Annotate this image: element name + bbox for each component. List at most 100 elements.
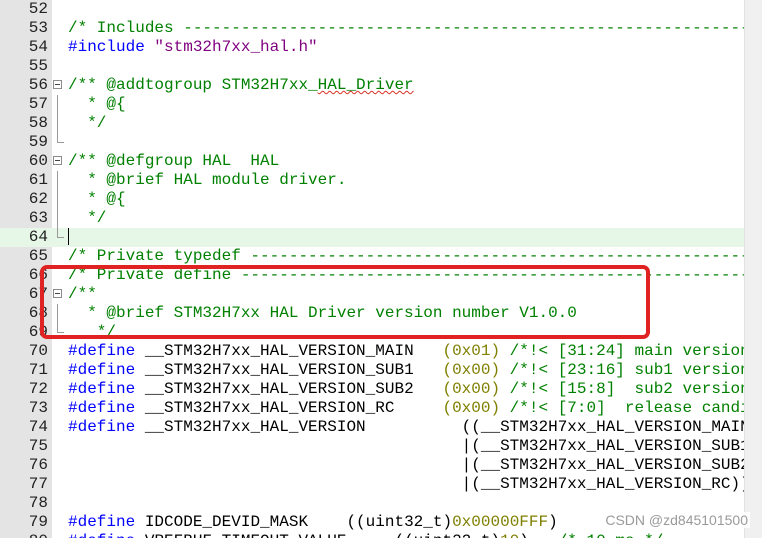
- line-number: 66: [28, 266, 48, 284]
- code-token: /*!< [31:24] main version */: [500, 342, 762, 360]
- code-line[interactable]: 54 #include "stm32h7xx_hal.h": [0, 38, 745, 57]
- fold-end-marker: [57, 323, 64, 333]
- code-token: HAL_Driver: [317, 76, 414, 94]
- code-line[interactable]: 75 |(__STM32H7xx_HAL_VERSION_SUB1 << 16)…: [0, 437, 762, 456]
- code-text[interactable]: #define __STM32H7xx_HAL_VERSION_SUB1 (0x…: [68, 361, 762, 380]
- code-text[interactable]: |(__STM32H7xx_HAL_VERSION_RC)): [68, 475, 750, 494]
- code-line[interactable]: 73 #define __STM32H7xx_HAL_VERSION_RC (0x…: [0, 399, 762, 418]
- code-token: /**: [68, 285, 97, 303]
- code-line[interactable]: 59: [0, 133, 745, 152]
- line-number: 61: [28, 171, 48, 189]
- code-text[interactable]: #define __STM32H7xx_HAL_VERSION ((__STM3…: [68, 418, 762, 437]
- code-text[interactable]: /** @defgroup HAL HAL: [68, 152, 279, 171]
- code-token: * @brief HAL module driver.: [68, 171, 347, 189]
- line-number: 56: [28, 76, 48, 94]
- code-line[interactable]: 69 */: [0, 323, 745, 342]
- code-token: */: [68, 209, 107, 227]
- code-line[interactable]: 61 * @brief HAL module driver.: [0, 171, 745, 190]
- code-text[interactable]: #include "stm32h7xx_hal.h": [68, 38, 318, 57]
- code-line[interactable]: 78: [0, 494, 745, 513]
- line-number: 54: [28, 38, 48, 56]
- code-text[interactable]: #define __STM32H7xx_HAL_VERSION_RC (0x00…: [68, 399, 762, 418]
- code-text[interactable]: /* Private define ----------------------…: [68, 266, 762, 285]
- code-token: (0x00): [442, 380, 501, 398]
- code-token: /*!< [15:8] sub2 version */: [500, 380, 762, 398]
- code-line[interactable]: 72 #define __STM32H7xx_HAL_VERSION_SUB2 (…: [0, 380, 762, 399]
- code-text[interactable]: |(__STM32H7xx_HAL_VERSION_SUB2 << 8 )\: [68, 456, 762, 475]
- code-token: |(__STM32H7xx_HAL_VERSION_SUB2 << 8 )\: [68, 456, 762, 474]
- text-caret: [68, 228, 69, 245]
- code-line[interactable]: 62 * @{: [0, 190, 745, 209]
- fold-guide-line: [57, 171, 58, 190]
- code-token: /** @addtogroup STM32H7xx_: [68, 76, 318, 94]
- code-text[interactable]: #define IDCODE_DEVID_MASK ((uint32_t)0x0…: [68, 513, 558, 532]
- code-token: * @{: [68, 190, 126, 208]
- line-number: 72: [28, 380, 48, 398]
- code-text[interactable]: * @brief STM32H7xx HAL Driver version nu…: [68, 304, 577, 323]
- fold-end-marker: [57, 228, 64, 238]
- code-line[interactable]: 58 */: [0, 114, 745, 133]
- fold-collapse-icon[interactable]: [53, 156, 62, 165]
- line-number: 68: [28, 304, 48, 322]
- code-line[interactable]: 60 /** @defgroup HAL HAL: [0, 152, 745, 171]
- code-text[interactable]: [68, 228, 69, 247]
- code-token: #define: [68, 513, 136, 531]
- code-line[interactable]: 68 * @brief STM32H7xx HAL Driver version…: [0, 304, 745, 323]
- line-number: 62: [28, 190, 48, 208]
- watermark: CSDN @zd845101500: [603, 512, 750, 528]
- code-text[interactable]: #define __STM32H7xx_HAL_VERSION_SUB2 (0x…: [68, 380, 762, 399]
- code-line[interactable]: 74 #define __STM32H7xx_HAL_VERSION ((__ST…: [0, 418, 762, 437]
- code-text[interactable]: /* Includes ----------------------------…: [68, 19, 762, 38]
- code-text[interactable]: * @{: [68, 95, 126, 114]
- line-number: 76: [28, 456, 48, 474]
- code-token: /*!< [23:16] sub1 version */: [500, 361, 762, 379]
- code-token: * @brief STM32H7xx HAL Driver version nu…: [68, 304, 577, 322]
- code-token: |(__STM32H7xx_HAL_VERSION_SUB1 << 16)\: [68, 437, 762, 455]
- code-line[interactable]: 65 /* Private typedef -------------------…: [0, 247, 762, 266]
- code-line[interactable]: 66 /* Private define --------------------…: [0, 266, 762, 285]
- code-text[interactable]: */: [68, 114, 106, 133]
- code-text[interactable]: * @brief HAL module driver.: [68, 171, 346, 190]
- line-number: 52: [28, 0, 48, 18]
- code-line[interactable]: 70 #define __STM32H7xx_HAL_VERSION_MAIN (…: [0, 342, 762, 361]
- code-text[interactable]: |(__STM32H7xx_HAL_VERSION_SUB1 << 16)\: [68, 437, 762, 456]
- code-token: /* Includes ----------------------------…: [68, 19, 762, 37]
- code-line[interactable]: 52: [0, 0, 745, 19]
- code-text[interactable]: */: [68, 209, 106, 228]
- code-line[interactable]: 53 /* Includes --------------------------…: [0, 19, 762, 38]
- fold-guide-line: [57, 95, 58, 114]
- code-line[interactable]: 57 * @{: [0, 95, 745, 114]
- vertical-scrollbar[interactable]: [744, 0, 762, 538]
- code-text[interactable]: /* Private typedef ---------------------…: [68, 247, 762, 266]
- code-token: __STM32H7xx_HAL_VERSION ((__STM32H7xx_HA…: [135, 418, 762, 436]
- code-token: "stm32h7xx_hal.h": [154, 38, 318, 56]
- line-number: 60: [28, 152, 48, 170]
- code-line[interactable]: 63 */: [0, 209, 745, 228]
- code-text[interactable]: /**: [68, 285, 97, 304]
- code-token: #define: [68, 380, 136, 398]
- code-line[interactable]: 64: [0, 228, 745, 247]
- code-text[interactable]: */: [68, 323, 116, 342]
- code-text[interactable]: * @{: [68, 190, 126, 209]
- code-token: #define: [68, 418, 136, 436]
- code-editor[interactable]: 52 53 /* Includes ------------------------…: [0, 0, 762, 538]
- code-token: VREFBUF_TIMEOUT_VALUE ((uint32_t): [135, 532, 500, 538]
- code-token: * @{: [68, 95, 126, 113]
- code-line[interactable]: 76 |(__STM32H7xx_HAL_VERSION_SUB2 << 8 )…: [0, 456, 762, 475]
- code-token: __STM32H7xx_HAL_VERSION_SUB1: [135, 361, 443, 379]
- code-line[interactable]: 67 /**: [0, 285, 745, 304]
- fold-collapse-icon[interactable]: [53, 80, 62, 89]
- line-number: 78: [28, 494, 48, 512]
- code-token: /* Private define ----------------------…: [68, 266, 762, 284]
- code-line[interactable]: 77 |(__STM32H7xx_HAL_VERSION_RC)): [0, 475, 750, 494]
- code-text[interactable]: #define __STM32H7xx_HAL_VERSION_MAIN (0x…: [68, 342, 762, 361]
- code-token: /*!< [7:0] release candidate */: [509, 399, 762, 417]
- code-line[interactable]: 56 /** @addtogroup STM32H7xx_HAL_Driver: [0, 76, 745, 95]
- code-text[interactable]: /** @addtogroup STM32H7xx_HAL_Driver: [68, 76, 414, 95]
- fold-collapse-icon[interactable]: [53, 289, 62, 298]
- line-number: 69: [28, 323, 48, 341]
- code-text[interactable]: #define VREFBUF_TIMEOUT_VALUE ((uint32_t…: [68, 532, 663, 538]
- code-line[interactable]: 71 #define __STM32H7xx_HAL_VERSION_SUB1 (…: [0, 361, 762, 380]
- code-line[interactable]: 80 #define VREFBUF_TIMEOUT_VALUE ((uint32…: [0, 532, 745, 538]
- code-line[interactable]: 55: [0, 57, 745, 76]
